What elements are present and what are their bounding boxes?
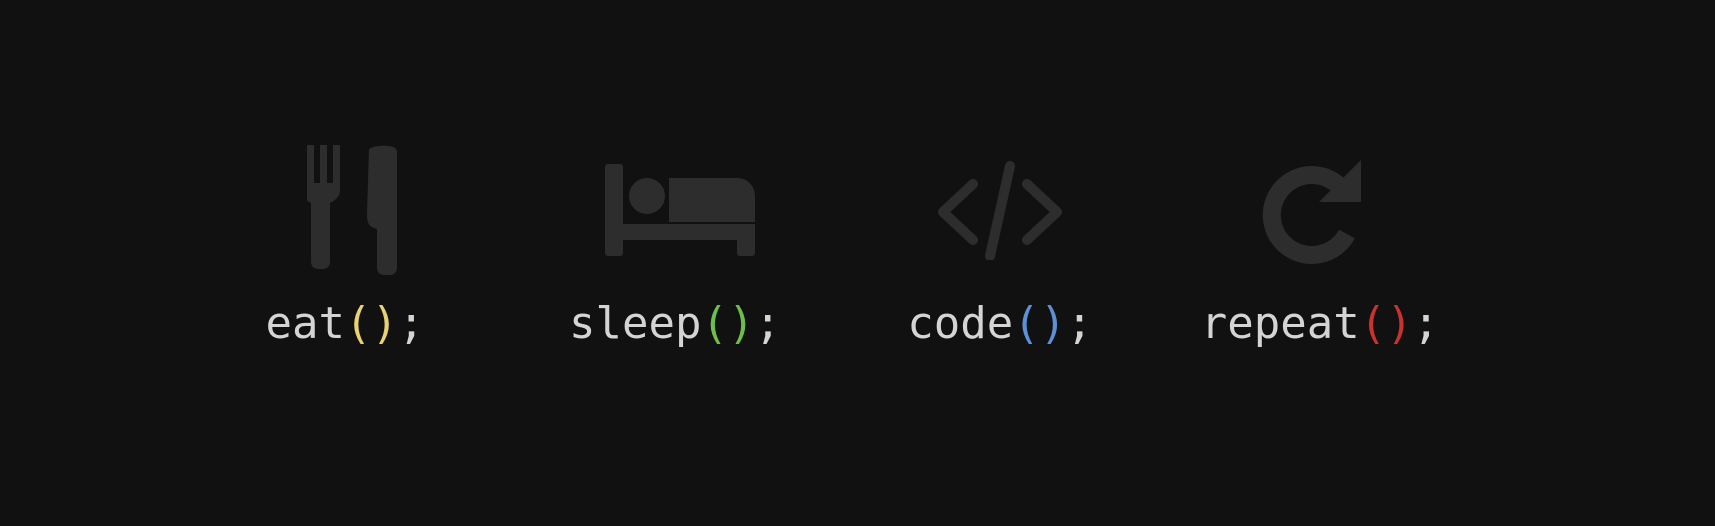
function-name: sleep [569, 298, 702, 349]
code-brackets-icon [933, 160, 1067, 260]
repeat-label: repeat(); [1201, 298, 1439, 350]
close-paren: ) [371, 298, 398, 349]
eat-item: eat(); [240, 0, 450, 526]
semicolon: ; [754, 298, 781, 349]
code-item: code(); [895, 0, 1105, 526]
function-name: eat [265, 298, 345, 349]
fork-knife-icon [307, 145, 407, 275]
code-label: code(); [907, 298, 1092, 350]
eat-label: eat(); [266, 298, 425, 350]
semicolon: ; [1412, 298, 1440, 349]
open-paren: ( [701, 298, 728, 349]
close-paren: ) [1039, 298, 1067, 349]
open-paren: ( [344, 298, 372, 349]
close-paren: ) [1386, 298, 1413, 349]
function-name: code [907, 298, 1014, 349]
bed-icon [605, 164, 755, 260]
repeat-item: repeat(); [1190, 0, 1450, 526]
sleep-item: sleep(); [560, 0, 790, 526]
open-paren: ( [1013, 298, 1040, 349]
wallpaper: { "items": [ {"name": "eat", "icon": "fo… [0, 0, 1715, 526]
semicolon: ; [1066, 298, 1093, 349]
sleep-label: sleep(); [569, 298, 781, 350]
open-paren: ( [1359, 298, 1387, 349]
redo-arrow-icon [1261, 154, 1373, 266]
function-name: repeat [1200, 298, 1360, 349]
close-paren: ) [727, 298, 755, 349]
semicolon: ; [397, 298, 425, 349]
